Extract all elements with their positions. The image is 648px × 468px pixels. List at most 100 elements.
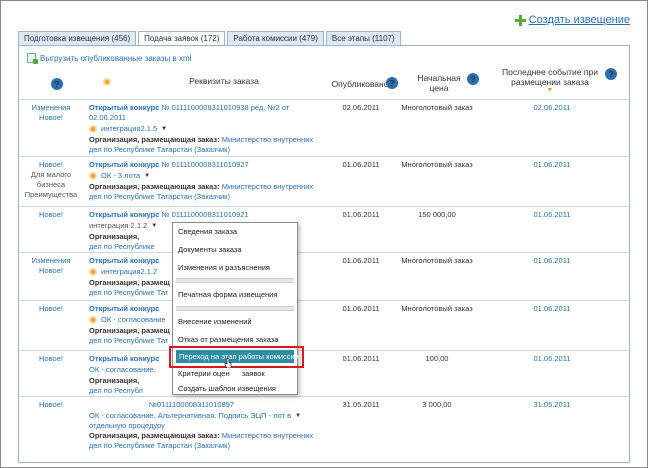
tab-preparation[interactable]: Подготовка извещения (456) [18, 31, 137, 45]
order-number[interactable]: №0111100008311010897 [149, 400, 234, 409]
order-context-menu: Сведения заказа Документы заказа Изменен… [172, 222, 299, 395]
order-kind[interactable]: Открытый конкурс [89, 210, 159, 219]
last-event-date[interactable]: 01.06.2011 [517, 160, 587, 170]
col-price-line2: цена [429, 83, 449, 93]
menu-make-changes[interactable]: Внесение изменений [176, 316, 294, 327]
menu-criteria-part1: Критерии оцен [178, 369, 230, 378]
status-line: Новое! [39, 113, 63, 122]
export-xml-link[interactable]: Выгрузить опубликованные заказы в xml [40, 54, 191, 63]
col-price-line1: Начальная [417, 73, 461, 83]
org-label: Организация, размещающая заказ: [89, 431, 220, 440]
tab-all-stages[interactable]: Все этапы (1107) [325, 31, 401, 45]
chevron-down-icon[interactable]: ▼ [144, 171, 150, 181]
menu-create-template[interactable]: Создать шаблон извещения [176, 383, 294, 394]
lot-icon [89, 125, 97, 133]
tab-commission[interactable]: Работа комиссии (479) [227, 31, 324, 45]
help-icon[interactable]: ? [467, 73, 479, 85]
published-date: 31.05.2011 [342, 400, 380, 409]
help-icon[interactable]: ? [386, 77, 398, 89]
menu-cancel-order[interactable]: Отказ от размещения заказа [176, 334, 294, 345]
row-status[interactable]: Новое! [23, 210, 79, 220]
row-status[interactable]: Новое! Для малого бизнеса Преимущества [23, 160, 79, 200]
org-name-cont[interactable]: дел по Республике Татарстан (Заказчик) [89, 441, 314, 451]
table-row: Новое! Для малого бизнеса Преимущества О… [19, 156, 629, 206]
menu-order-info[interactable]: Сведения заказа [176, 226, 294, 237]
chevron-down-icon[interactable]: ▼ [151, 221, 157, 231]
initial-price: 150 000,00 [418, 210, 456, 219]
lot-row[interactable]: интеграция2.1.5 ▼ [89, 124, 314, 134]
col-last-line2: размещении заказа [511, 77, 589, 87]
xml-export-icon [27, 53, 38, 64]
status-line: Преимущества [24, 190, 78, 199]
status-line: Новое! [39, 304, 63, 313]
create-notice-link[interactable]: Создать извещение [514, 14, 630, 26]
initial-price: Многолотовый заказ [401, 304, 473, 313]
org-label: Организация, размещающая заказ: [89, 182, 220, 191]
help-icon[interactable]: ? [51, 78, 63, 90]
row-requisites: №0111100008311010897 ОК - согласование. … [89, 400, 314, 451]
menu-separator [176, 278, 294, 283]
table-row: Изменения Новое! Открытый конкурс интегр… [19, 252, 629, 300]
order-kind[interactable]: Открытый конкурс [89, 160, 159, 169]
last-event-date[interactable]: 01.06.2011 [517, 304, 587, 314]
menu-evaluation-criteria[interactable]: Критерии оцен заявок [176, 368, 294, 379]
lot-row[interactable]: ОК - 3 лота ▼ [89, 171, 314, 181]
col-last-event[interactable]: Последнее событие при размещении заказа … [495, 67, 605, 94]
status-line: Для малого [30, 170, 72, 179]
lot-name-cont[interactable]: отдельную процедуру [89, 421, 314, 431]
status-line: Новое! [39, 160, 63, 169]
order-number[interactable]: № 0111100008311010921 [161, 210, 248, 219]
menu-separator [176, 306, 294, 311]
status-line: Изменения [31, 103, 71, 112]
lot-name: интеграция 2.1.2 [89, 221, 148, 230]
org-name[interactable]: Министерство внутренних [222, 135, 313, 144]
row-status[interactable]: Изменения Новое! [23, 256, 79, 276]
org-name-cont[interactable]: дел по Республике Татарстан (Заказчик) [89, 145, 314, 155]
row-requisites: Открытый конкурс № 0111100008311010938 р… [89, 103, 314, 155]
lot-name: ОК - 3 лота [101, 171, 141, 180]
org-label: Организация, размещ [89, 278, 170, 287]
plus-icon [514, 14, 526, 26]
order-kind[interactable]: Открытый конкурс [89, 256, 159, 265]
chevron-down-icon[interactable]: ▼ [295, 411, 301, 421]
status-line: Новое! [39, 266, 63, 275]
order-number[interactable]: № 0111100008311010927 [161, 160, 248, 169]
org-name-cont[interactable]: дел по Республике Татарстан (Заказчик) [89, 192, 314, 202]
menu-order-documents[interactable]: Документы заказа [176, 244, 294, 255]
last-event-date[interactable]: 01.06.2011 [517, 256, 587, 266]
initial-price: Многолотовый заказ [401, 103, 473, 112]
order-number-date[interactable]: 02.06.2011 [89, 113, 314, 123]
lot-row[interactable]: ОК - согласование. Альтернативная. Подпи… [89, 411, 314, 421]
last-event-date[interactable]: 01.06.2011 [517, 354, 587, 364]
org-label: Организация, размещ [89, 326, 170, 335]
last-event-date[interactable]: 31.05.2011 [517, 400, 587, 410]
row-status[interactable]: Изменения Новое! [23, 103, 79, 123]
org-name[interactable]: Министерство внутренних [222, 431, 313, 440]
last-event-date[interactable]: 02.06.2011 [517, 103, 587, 113]
last-event-date[interactable]: 01.06.2011 [517, 210, 587, 220]
published-date: 02.06.2011 [342, 103, 380, 112]
lot-name: ОК - согласование. Альтернативная. Подпи… [89, 411, 292, 420]
menu-print-form[interactable]: Печатная форма извещения [176, 289, 294, 300]
order-kind[interactable]: Открытый конкурс [89, 103, 159, 112]
table-row: Новое! Открытый конкурс ОК - согласовани… [19, 300, 629, 350]
org-label: Организация, [89, 232, 140, 241]
tab-applications[interactable]: Подача заявок (172) [138, 31, 226, 46]
row-status[interactable]: Новое! [23, 354, 79, 364]
initial-price: 3 000,00 [422, 400, 452, 409]
order-number[interactable]: № 0111100008311010938 ред. №2 от [161, 103, 289, 112]
menu-criteria-part2: заявок [241, 369, 265, 378]
row-status[interactable]: Новое! [23, 304, 79, 314]
initial-price: 100,00 [425, 354, 449, 363]
menu-changes-explanations[interactable]: Изменения и разъяснения [176, 262, 294, 273]
chevron-down-icon[interactable]: ▼ [161, 124, 167, 134]
order-kind[interactable]: Открытый конкурс [89, 354, 159, 363]
lot-name: ОК - согласование [101, 315, 166, 324]
help-icon[interactable]: ? [605, 68, 617, 80]
export-xml[interactable]: Выгрузить опубликованные заказы в xml [27, 53, 191, 64]
col-published[interactable]: Опубликовано [325, 79, 395, 89]
order-kind[interactable]: Открытый конкурс [89, 304, 159, 313]
lot-icon [89, 268, 97, 276]
org-name[interactable]: Министерство внутренних [222, 182, 313, 191]
row-status[interactable]: Новое! [23, 400, 79, 410]
